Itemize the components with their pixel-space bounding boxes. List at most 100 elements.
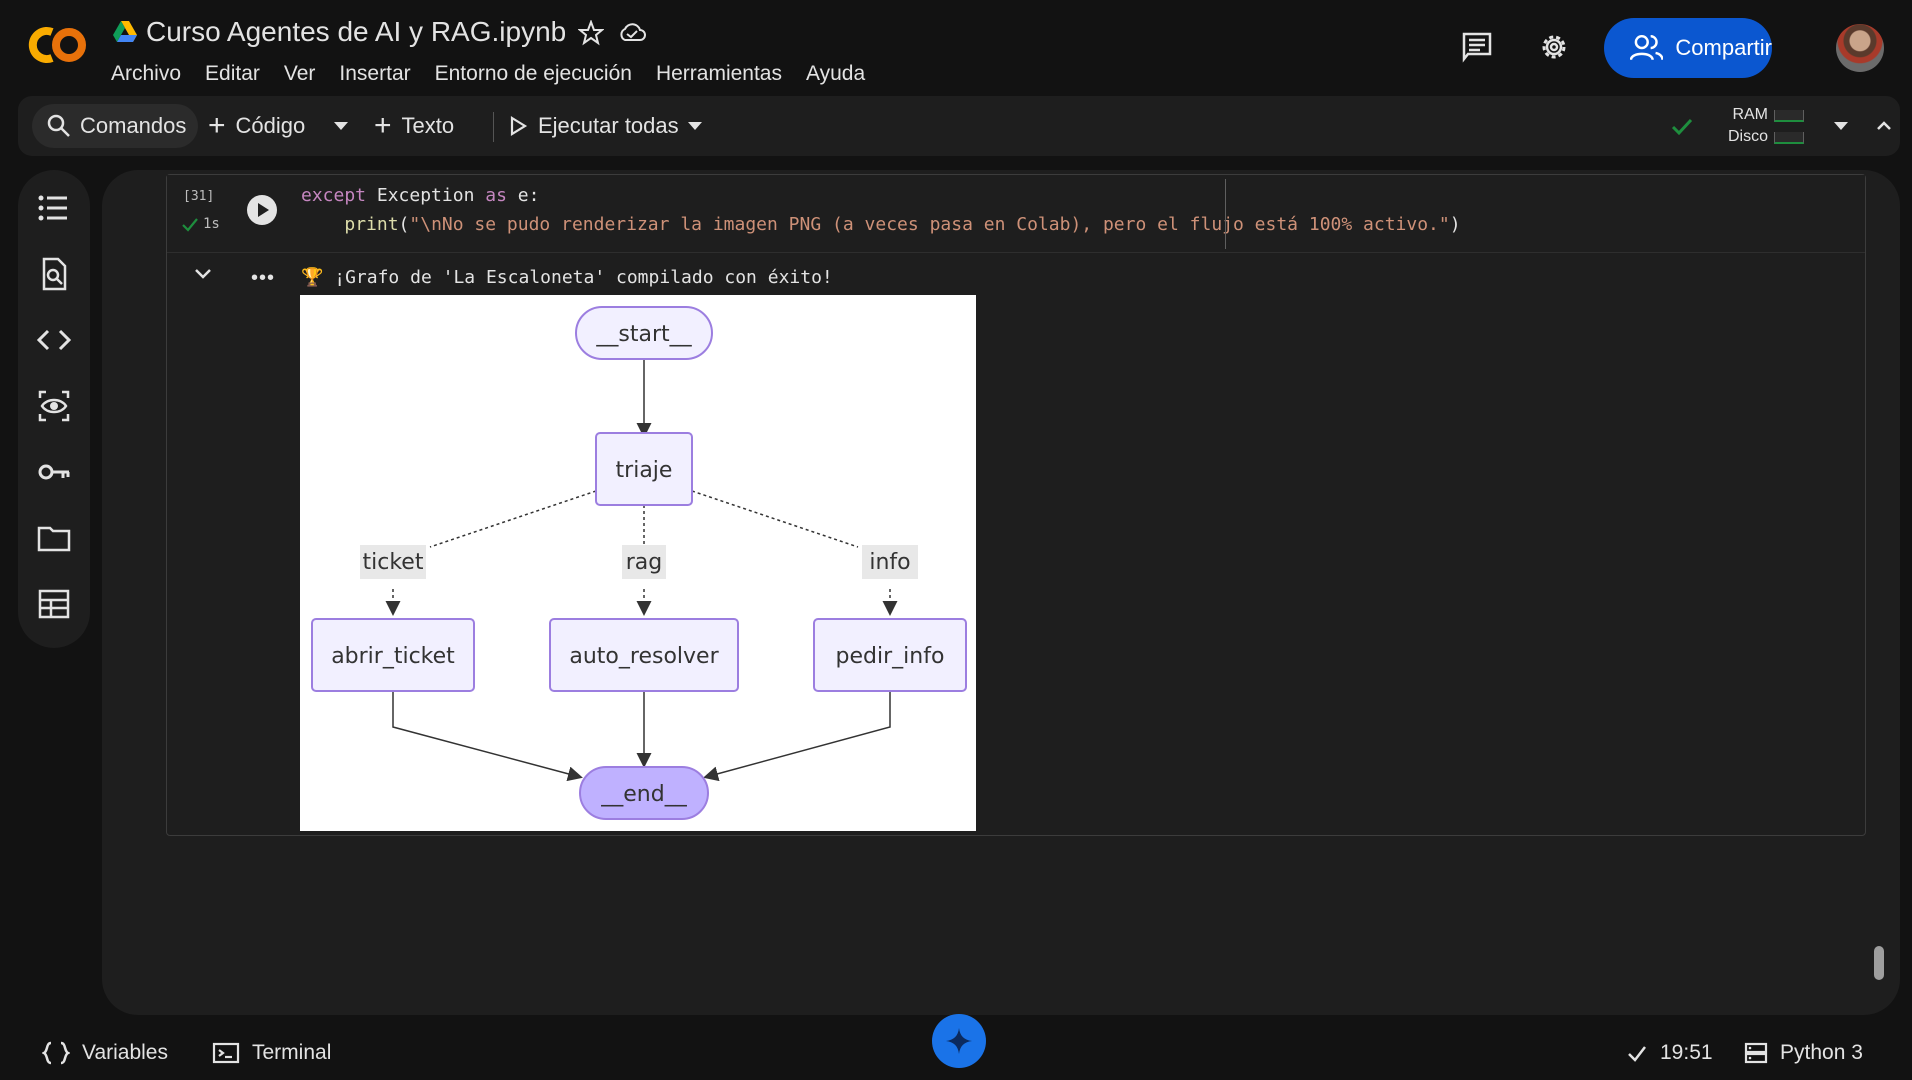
check-icon — [182, 218, 198, 232]
output-text: 🏆 ¡Grafo de 'La Escaloneta' compilado co… — [301, 267, 833, 288]
editor-ruler — [1225, 179, 1226, 249]
notebook-toolbar: Comandos + Código + Texto Ejecutar todas… — [18, 96, 1900, 156]
edge-label-ticket: ticket — [363, 550, 424, 575]
secrets-key-icon[interactable] — [36, 454, 72, 490]
menu-ayuda[interactable]: Ayuda — [806, 62, 865, 86]
add-code-button[interactable]: + Código — [208, 104, 305, 148]
last-run-status[interactable]: 19:51 — [1626, 1036, 1713, 1070]
toolbar-divider — [493, 112, 494, 142]
variables-label: Variables — [82, 1041, 168, 1064]
run-all-button[interactable]: Ejecutar todas — [508, 104, 679, 148]
colab-logo[interactable] — [22, 20, 92, 70]
code-string: "\nNo se pudo renderizar la imagen PNG (… — [409, 214, 1450, 235]
star-icon[interactable] — [578, 20, 604, 46]
code-line[interactable]: print("\nNo se pudo renderizar la imagen… — [301, 214, 1461, 235]
graph-output-image: ticket rag info __start__ triaje abrir_t… — [300, 295, 976, 831]
chevron-up-icon — [1877, 121, 1891, 130]
menu-bar: Archivo Editar Ver Insertar Entorno de e… — [111, 62, 889, 86]
terminal-icon — [212, 1042, 240, 1064]
table-of-contents-icon[interactable] — [36, 190, 72, 226]
files-folder-icon[interactable] — [36, 520, 72, 556]
edge-label-info: info — [869, 550, 910, 575]
commands-button[interactable]: Comandos — [32, 104, 199, 148]
execution-count: [31] — [183, 189, 215, 204]
add-text-button[interactable]: + Texto — [374, 104, 454, 148]
menu-entorno-ejecucion[interactable]: Entorno de ejecución — [435, 62, 632, 86]
runtime-connected-status[interactable] — [1670, 104, 1694, 148]
variables-button[interactable]: Variables — [42, 1036, 168, 1070]
menu-archivo[interactable]: Archivo — [111, 62, 181, 86]
find-replace-icon[interactable] — [36, 256, 72, 292]
caret-down-icon — [334, 122, 348, 130]
last-run-time: 19:51 — [1660, 1041, 1713, 1064]
runtime-label: Python 3 — [1780, 1041, 1863, 1064]
scrollbar-thumb[interactable] — [1874, 946, 1884, 980]
execution-time-label: 1s — [203, 216, 220, 232]
runtime-type-button[interactable]: Python 3 — [1744, 1036, 1863, 1070]
resources-dropdown[interactable] — [1834, 104, 1848, 148]
node-triaje-label: triaje — [616, 458, 673, 483]
cloud-saved-icon[interactable] — [617, 20, 647, 46]
code-paren: ( — [398, 214, 410, 235]
share-button[interactable]: Compartir — [1604, 18, 1772, 78]
code-cell[interactable]: [31] 1s except Exception as e: print("\n… — [166, 174, 1866, 836]
google-drive-icon[interactable] — [112, 20, 138, 44]
menu-insertar[interactable]: Insertar — [339, 62, 410, 86]
run-cell-button[interactable] — [247, 195, 277, 225]
sparkle-icon — [946, 1028, 972, 1054]
edge-triaje-info — [691, 490, 859, 548]
execution-time: 1s — [181, 215, 220, 233]
check-icon — [1628, 1046, 1646, 1062]
add-code-label: Código — [235, 113, 306, 138]
disk-usage-bar — [1774, 132, 1804, 144]
collapse-toolbar-button[interactable] — [1874, 104, 1894, 148]
code-line[interactable]: except Exception as e: — [301, 185, 539, 206]
people-icon — [1630, 34, 1664, 61]
caret-down-icon — [1834, 122, 1848, 130]
edge-label-rag: rag — [626, 550, 663, 575]
add-text-label: Texto — [401, 113, 455, 138]
node-start-label: __start__ — [595, 322, 692, 347]
edge-triaje-ticket — [429, 490, 597, 548]
comment-icon[interactable] — [1460, 30, 1494, 64]
notebook-area: [31] 1s except Exception as e: print("\n… — [102, 170, 1900, 1015]
code-identifier: Exception — [366, 185, 486, 206]
caret-down-icon — [688, 122, 702, 130]
add-code-dropdown[interactable] — [334, 104, 348, 148]
node-auto-resolver-label: auto_resolver — [569, 644, 719, 669]
ram-label: RAM — [1732, 106, 1768, 123]
edge-pedir-end — [703, 691, 891, 782]
code-function: print — [344, 214, 399, 235]
ram-usage-bar — [1774, 110, 1804, 122]
output-actions-button[interactable]: ••• — [251, 267, 275, 290]
code-paren: ) — [1449, 214, 1461, 235]
play-icon — [510, 116, 528, 136]
ram-disk-indicator[interactable]: RAM Disco — [1714, 104, 1810, 150]
disk-label: Disco — [1727, 128, 1768, 145]
code-snippets-icon[interactable] — [36, 322, 72, 358]
terminal-label: Terminal — [252, 1041, 332, 1064]
plus-icon: + — [208, 109, 226, 142]
node-abrir-ticket-label: abrir_ticket — [331, 644, 455, 669]
gemini-button[interactable] — [932, 1014, 986, 1068]
terminal-button[interactable]: Terminal — [212, 1036, 331, 1070]
menu-ver[interactable]: Ver — [284, 62, 316, 86]
avatar[interactable] — [1836, 24, 1884, 72]
notebook-title[interactable]: Curso Agentes de AI y RAG.ipynb — [146, 16, 566, 48]
gear-icon[interactable] — [1537, 30, 1571, 64]
search-icon — [47, 114, 70, 137]
check-icon — [1671, 118, 1693, 136]
variables-inspector-icon[interactable] — [36, 388, 72, 424]
run-all-dropdown[interactable] — [688, 104, 702, 148]
app-header: Curso Agentes de AI y RAG.ipynb Archivo … — [0, 0, 1912, 96]
commands-label: Comandos — [80, 113, 187, 138]
code-keyword: except — [301, 185, 367, 206]
run-all-label: Ejecutar todas — [538, 113, 679, 138]
side-panel-rail — [18, 170, 90, 648]
menu-editar[interactable]: Editar — [205, 62, 260, 86]
chevron-down-icon[interactable] — [193, 267, 213, 281]
code-keyword: as — [485, 185, 507, 206]
data-table-icon[interactable] — [36, 586, 72, 622]
menu-herramientas[interactable]: Herramientas — [656, 62, 782, 86]
